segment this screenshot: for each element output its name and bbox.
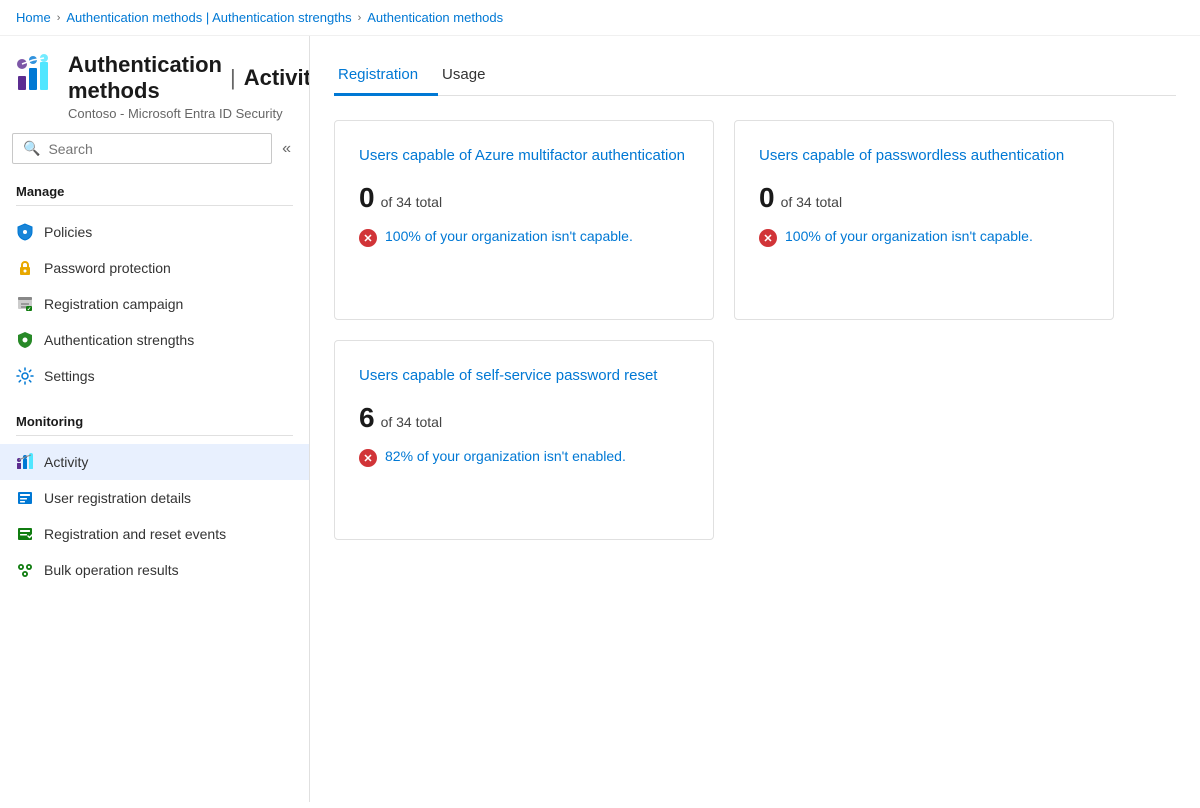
sidebar-item-settings[interactable]: Settings (0, 358, 309, 394)
search-row: 🔍 « (0, 133, 309, 176)
page-header: Authentication methods | Activity Contos… (0, 36, 309, 133)
policies-label: Policies (44, 224, 92, 240)
mfa-card-title[interactable]: Users capable of Azure multifactor authe… (359, 145, 689, 166)
mfa-status-text: 100% of your organization isn't capable. (385, 228, 633, 244)
sspr-card-title[interactable]: Users capable of self-service password r… (359, 365, 689, 386)
collapse-sidebar-button[interactable]: « (276, 138, 297, 160)
passwordless-status-text: 100% of your organization isn't capable. (785, 228, 1033, 244)
breadcrumb-chevron-1: › (57, 12, 61, 24)
monitoring-nav: Activity User registration details (0, 444, 309, 588)
mfa-card-count: 0 of 34 total (359, 182, 689, 214)
search-box: 🔍 (12, 133, 272, 164)
page-title-section: Activity (244, 65, 310, 91)
manage-divider (16, 205, 293, 206)
tab-usage[interactable]: Usage (438, 56, 505, 96)
breadcrumb-home[interactable]: Home (16, 10, 51, 25)
registration-campaign-icon: ✓ (16, 295, 34, 313)
sidebar-item-registration-events[interactable]: Registration and reset events (0, 516, 309, 552)
sidebar: Authentication methods | Activity Contos… (0, 36, 310, 802)
user-registration-label: User registration details (44, 490, 191, 506)
page-title: Authentication methods | Activity (68, 52, 310, 104)
page-title-main: Authentication methods (68, 52, 222, 104)
passwordless-card-status: ✕ 100% of your organization isn't capabl… (759, 228, 1089, 247)
mfa-error-icon: ✕ (359, 229, 377, 247)
sidebar-item-user-registration[interactable]: User registration details (0, 480, 309, 516)
manage-nav: Policies Password protection (0, 214, 309, 394)
sspr-count-number: 6 (359, 402, 375, 434)
auth-strengths-label: Authentication strengths (44, 332, 194, 348)
passwordless-card-count: 0 of 34 total (759, 182, 1089, 214)
title-separator: | (230, 65, 236, 91)
sspr-card-count: 6 of 34 total (359, 402, 689, 434)
search-icon: 🔍 (23, 140, 40, 157)
monitoring-section-title: Monitoring (0, 406, 309, 435)
mfa-count-total: of 34 total (381, 194, 443, 210)
password-icon (16, 259, 34, 277)
registration-events-label: Registration and reset events (44, 526, 226, 542)
sidebar-item-auth-strengths[interactable]: Authentication strengths (0, 322, 309, 358)
sspr-error-icon: ✕ (359, 449, 377, 467)
password-protection-label: Password protection (44, 260, 171, 276)
sidebar-item-registration-campaign[interactable]: ✓ Registration campaign (0, 286, 309, 322)
main-content: Registration Usage Users capable of Azur… (310, 36, 1200, 802)
breadcrumb: Home › Authentication methods | Authenti… (0, 0, 1200, 36)
passwordless-count-total: of 34 total (781, 194, 843, 210)
page-subtitle: Contoso - Microsoft Entra ID Security (68, 106, 310, 121)
user-registration-icon (16, 489, 34, 507)
activity-icon (16, 453, 34, 471)
registration-events-icon (16, 525, 34, 543)
mfa-card-status: ✕ 100% of your organization isn't capabl… (359, 228, 689, 247)
breadcrumb-auth-strengths[interactable]: Authentication methods | Authentication … (66, 10, 351, 25)
app-icon (16, 54, 56, 94)
svg-text:✓: ✓ (27, 307, 31, 313)
sspr-count-total: of 34 total (381, 414, 443, 430)
passwordless-error-icon: ✕ (759, 229, 777, 247)
policies-icon (16, 223, 34, 241)
sidebar-item-bulk-operations[interactable]: Bulk operation results (0, 552, 309, 588)
settings-icon (16, 367, 34, 385)
sspr-card-status: ✕ 82% of your organization isn't enabled… (359, 448, 689, 467)
sspr-card: Users capable of self-service password r… (334, 340, 714, 540)
sidebar-item-activity[interactable]: Activity (0, 444, 309, 480)
passwordless-card: Users capable of passwordless authentica… (734, 120, 1114, 320)
auth-strengths-icon (16, 331, 34, 349)
manage-section-title: Manage (0, 176, 309, 205)
search-input[interactable] (48, 141, 261, 157)
activity-label: Activity (44, 454, 88, 470)
passwordless-count-number: 0 (759, 182, 775, 214)
bulk-operations-icon (16, 561, 34, 579)
mfa-count-number: 0 (359, 182, 375, 214)
header-text-container: Authentication methods | Activity Contos… (68, 52, 310, 121)
sidebar-item-password-protection[interactable]: Password protection (0, 250, 309, 286)
mfa-card: Users capable of Azure multifactor authe… (334, 120, 714, 320)
sidebar-item-policies[interactable]: Policies (0, 214, 309, 250)
tab-registration[interactable]: Registration (334, 56, 438, 96)
cards-grid: Users capable of Azure multifactor authe… (334, 120, 1176, 540)
registration-campaign-label: Registration campaign (44, 296, 183, 312)
breadcrumb-chevron-2: › (358, 12, 362, 24)
sspr-status-text: 82% of your organization isn't enabled. (385, 448, 626, 464)
tab-bar: Registration Usage (334, 56, 1176, 96)
bulk-operations-label: Bulk operation results (44, 562, 179, 578)
breadcrumb-auth-methods[interactable]: Authentication methods (367, 10, 503, 25)
passwordless-card-title[interactable]: Users capable of passwordless authentica… (759, 145, 1089, 166)
settings-label: Settings (44, 368, 95, 384)
monitoring-divider (16, 435, 293, 436)
